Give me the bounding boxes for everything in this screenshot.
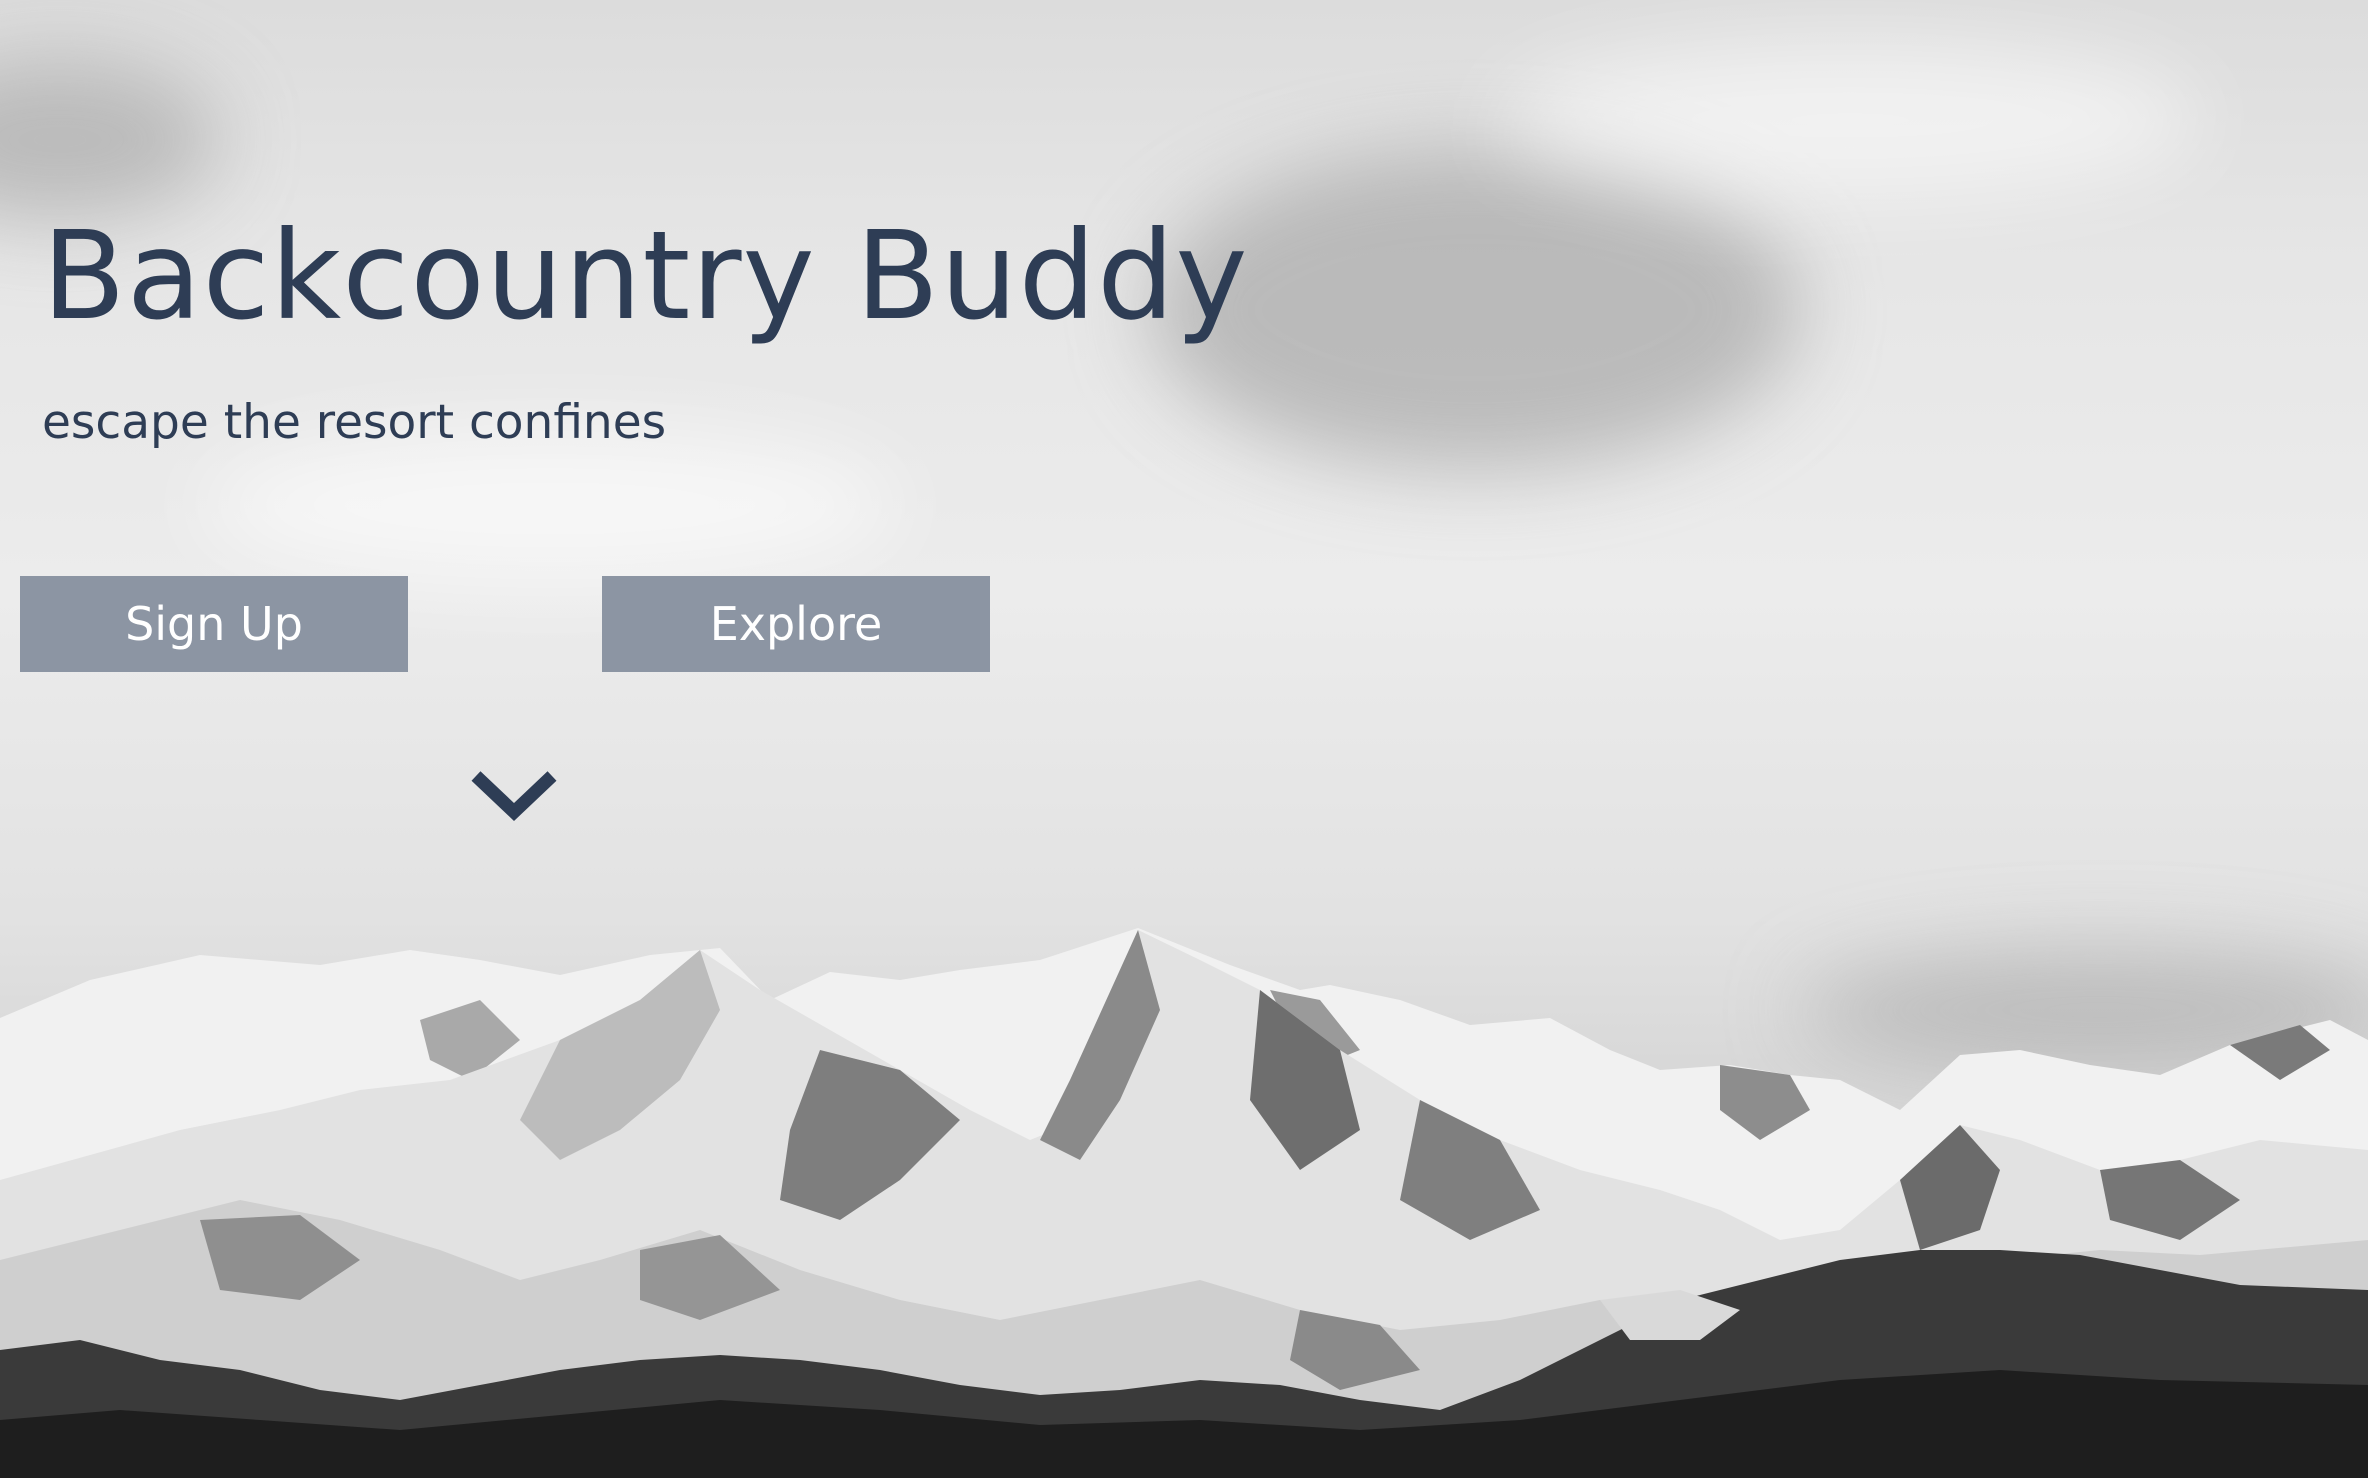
sign-up-button-label: Sign Up [125, 597, 303, 651]
explore-button[interactable]: Explore [602, 576, 990, 672]
hero-section: Backcountry Buddy escape the resort conf… [0, 0, 2368, 1478]
page-title: Backcountry Buddy [42, 205, 1249, 347]
explore-button-label: Explore [709, 597, 883, 651]
tagline: escape the resort confines [42, 395, 667, 450]
sign-up-button[interactable]: Sign Up [20, 576, 408, 672]
chevron-down-icon[interactable] [468, 766, 560, 826]
